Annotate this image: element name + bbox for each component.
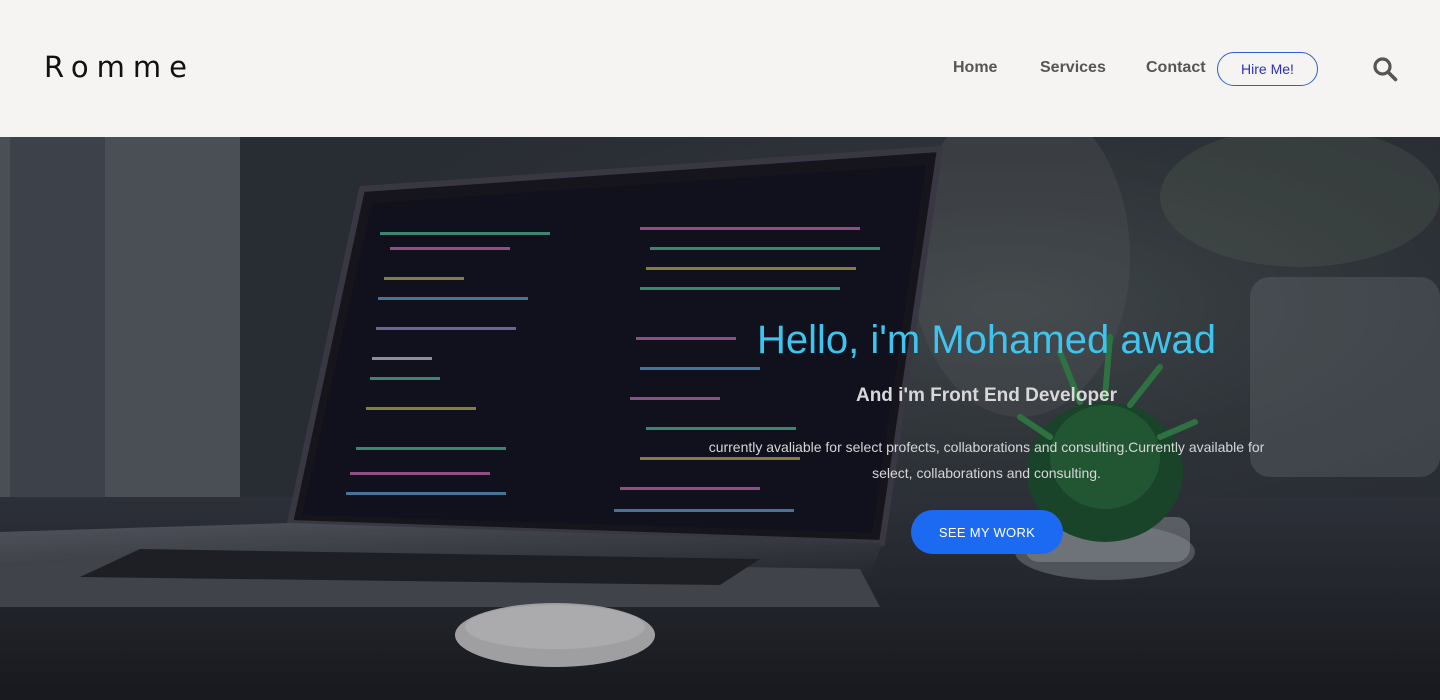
hero-description: currently avaliable for select profects,… (708, 439, 1265, 481)
see-my-work-button[interactable]: SEE MY WORK (911, 510, 1063, 554)
nav-contact-link[interactable]: Contact (1146, 59, 1206, 77)
hero-subtitle: And i'm Front End Developer (855, 385, 1118, 406)
brand-logo[interactable]: Romme (44, 50, 195, 84)
hire-me-button[interactable]: Hire Me! (1217, 52, 1318, 86)
search-icon[interactable] (1372, 56, 1398, 82)
nav-services-link[interactable]: Services (1040, 59, 1106, 77)
hero-title: Hello, i'm Mohamed awad (757, 318, 1216, 362)
nav-home-link[interactable]: Home (953, 59, 997, 77)
hero-overlay (0, 137, 1440, 700)
site-header: Romme Home Services Contact Hire Me! (0, 0, 1440, 137)
hero-section: Hello, i'm Mohamed awad And i'm Front En… (0, 137, 1440, 700)
